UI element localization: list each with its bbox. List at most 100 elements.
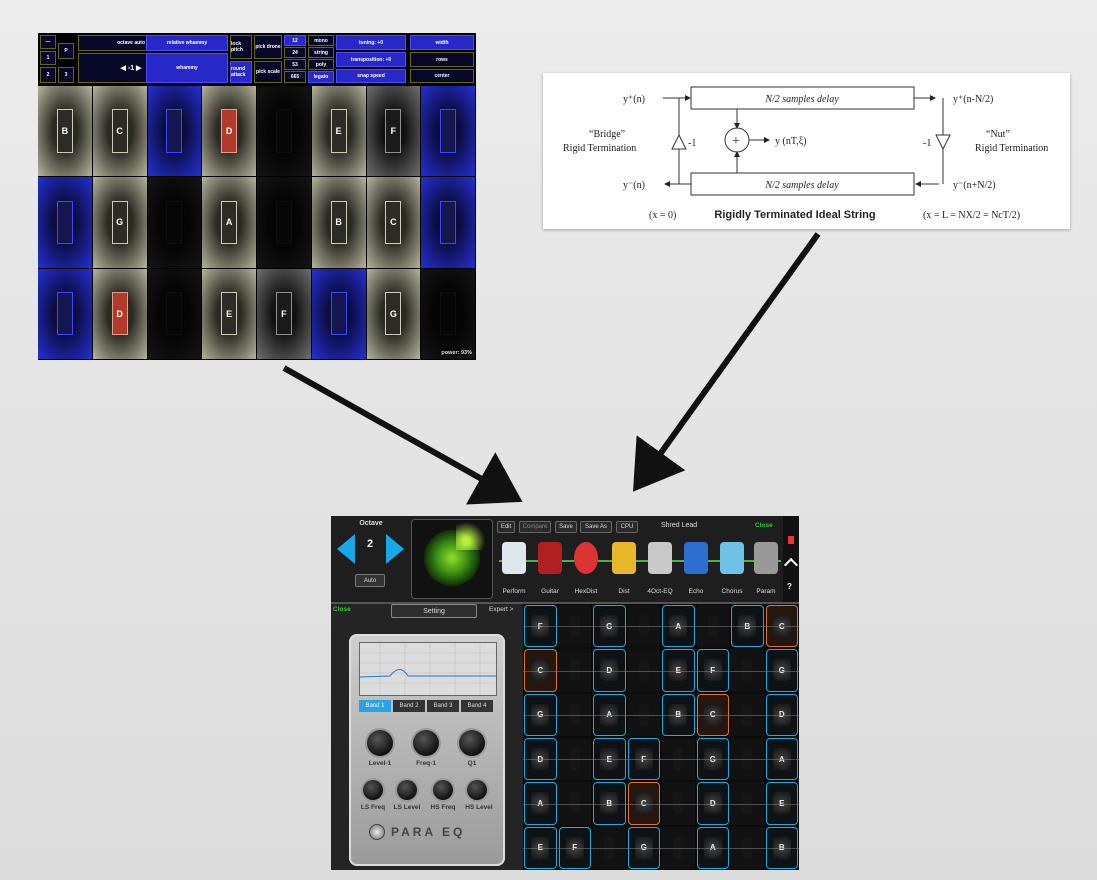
fret-note [742,792,753,815]
fret-cell[interactable]: F [696,649,729,692]
fret-cell[interactable]: C [765,605,798,648]
fret-cell[interactable]: B [731,605,764,648]
fret-cell[interactable]: A [593,693,626,736]
fret-note: B [772,836,791,859]
fret-cell[interactable]: A [765,738,798,781]
fret-cell[interactable] [662,826,695,869]
q-knob[interactable] [459,730,485,756]
fret-cell[interactable]: E [765,782,798,825]
fret-note [742,748,753,771]
compare-button[interactable]: Compare [519,521,551,533]
arrow-right [633,232,821,492]
chain-item[interactable]: 4Oct-EQ [645,542,675,602]
band-tab[interactable]: Band 4 [461,700,493,712]
fret-cell[interactable]: C [524,649,557,692]
save-as-button[interactable]: Save As [580,521,612,533]
octave-up-icon[interactable] [386,534,404,564]
fret-cell[interactable]: E [524,826,557,869]
band-tab[interactable]: Band 1 [359,700,391,712]
close-top-button[interactable]: Close [755,522,773,529]
chevron-up-icon[interactable] [783,557,799,573]
fret-cell[interactable]: G [593,605,626,648]
help-icon[interactable]: ? [787,582,792,591]
hs-level-knob[interactable] [467,780,487,800]
fret-note: G [772,659,791,682]
fret-cell[interactable]: G [765,649,798,692]
fret-cell[interactable] [662,782,695,825]
fret-note: E [772,792,791,815]
fret-cell[interactable]: E [662,649,695,692]
chain-item[interactable]: Chorus [717,542,747,602]
fret-cell[interactable] [731,693,764,736]
fret-cell[interactable]: E [593,738,626,781]
fret-note: A [531,792,550,815]
chain-item[interactable]: Perform [499,542,529,602]
fret-cell[interactable]: G [524,693,557,736]
freq-knob[interactable] [413,730,439,756]
chain-item[interactable]: HexDist [571,542,601,602]
ls-freq-knob[interactable] [363,780,383,800]
close-button[interactable]: Close [333,606,351,613]
hs-freq-knob[interactable] [433,780,453,800]
fret-cell[interactable] [627,605,660,648]
expert-button[interactable]: Expert > [489,606,513,613]
setting-selector[interactable]: Setting [391,604,477,618]
fret-cell[interactable] [731,649,764,692]
chain-item-label: HexDist [574,588,598,595]
fret-cell[interactable] [558,782,591,825]
level-knob[interactable] [367,730,393,756]
fret-cell[interactable] [558,738,591,781]
fret-cell[interactable]: F [524,605,557,648]
octave-down-icon[interactable] [337,534,355,564]
fret-cell[interactable] [627,693,660,736]
edit-button[interactable]: Edit [497,521,515,533]
fret-cell[interactable] [558,605,591,648]
fret-note: D [531,748,550,771]
fret-cell[interactable] [731,738,764,781]
fret-cell[interactable] [662,738,695,781]
auto-button[interactable]: Auto [355,574,385,587]
fret-cell[interactable]: A [524,782,557,825]
fret-cell[interactable]: F [627,738,660,781]
fret-cell[interactable]: B [765,826,798,869]
chain-item[interactable]: Dist [609,542,639,602]
fret-cell[interactable]: A [696,826,729,869]
speaker-icon[interactable] [788,536,794,544]
fret-cell[interactable]: G [627,826,660,869]
fret-cell[interactable]: B [593,782,626,825]
fret-cell[interactable]: A [662,605,695,648]
fret-cell[interactable]: D [593,649,626,692]
chain-item-label: Echo [688,588,704,595]
fret-cell[interactable]: C [627,782,660,825]
fret-cell[interactable]: B [662,693,695,736]
save-button[interactable]: Save [555,521,577,533]
effect-icon [754,542,778,574]
fret-cell[interactable] [731,782,764,825]
fret-cell[interactable]: D [765,693,798,736]
knob-label: HS Level [465,804,493,811]
tuner-display[interactable] [411,519,493,599]
chain-item[interactable]: Echo [681,542,711,602]
footswitch-icon[interactable] [369,824,385,840]
fret-cell[interactable] [558,649,591,692]
fret-cell[interactable]: G [696,738,729,781]
fret-cell[interactable] [558,693,591,736]
fret-cell[interactable] [593,826,626,869]
fret-note: D [600,659,619,682]
band-tab[interactable]: Band 2 [393,700,425,712]
fret-cell[interactable] [696,605,729,648]
fret-cell[interactable]: F [558,826,591,869]
fret-cell[interactable]: D [696,782,729,825]
cpu-button[interactable]: CPU [616,521,638,533]
fret-note [742,836,753,859]
chain-item[interactable]: Param [751,542,781,602]
particle-icon [456,520,490,550]
fret-cell[interactable]: C [696,693,729,736]
fret-cell[interactable]: D [524,738,557,781]
fret-cell[interactable] [627,649,660,692]
band-tab[interactable]: Band 3 [427,700,459,712]
arrow-left [282,365,523,505]
ls-level-knob[interactable] [397,780,417,800]
chain-item[interactable]: Guitar [535,542,565,602]
fret-cell[interactable] [731,826,764,869]
